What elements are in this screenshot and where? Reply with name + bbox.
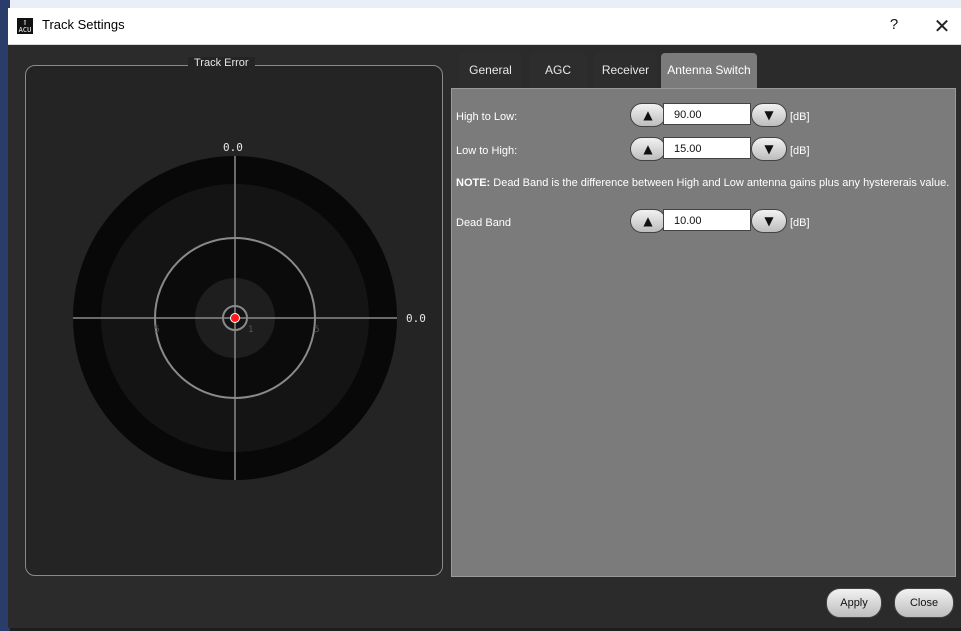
- ring-label-center: 1: [248, 325, 254, 335]
- window-title: Track Settings: [42, 17, 125, 32]
- note-prefix: NOTE:: [456, 177, 491, 189]
- note-text: Dead Band is the difference between High…: [490, 177, 950, 189]
- track-error-panel: Track Error 5 1 5 0.0 0.0: [25, 57, 443, 576]
- app-icon: ▯ ACU: [17, 18, 33, 34]
- dead-band-label: Dead Band: [456, 217, 512, 229]
- title-bar: ▯ ACU Track Settings ? ✕: [8, 8, 961, 45]
- low-to-high-spinner: ▲ 15.00 ▼: [630, 137, 787, 161]
- tab-receiver[interactable]: Receiver: [594, 53, 657, 88]
- low-to-high-label: Low to High:: [456, 145, 518, 157]
- dead-band-spinner: ▲ 10.00 ▼: [630, 209, 787, 233]
- tab-general[interactable]: General: [459, 53, 522, 88]
- close-button[interactable]: Close: [894, 588, 954, 618]
- close-icon[interactable]: ✕: [930, 14, 954, 38]
- track-settings-window: ▯ ACU Track Settings ? ✕ Track Error 5 1 …: [8, 8, 961, 628]
- help-button[interactable]: ?: [884, 16, 904, 36]
- dead-band-field[interactable]: 10.00: [663, 209, 751, 231]
- dead-band-decrease-button[interactable]: ▼: [751, 209, 787, 233]
- high-to-low-label: High to Low:: [456, 111, 518, 123]
- axis-right-value: 0.0: [406, 312, 426, 325]
- antenna-switch-panel: High to Low: ▲ 90.00 ▼ [dB] Low to High:…: [451, 88, 956, 577]
- axis-top-value: 0.0: [223, 141, 243, 154]
- low-to-high-unit: [dB]: [790, 145, 810, 157]
- tab-antenna-switch[interactable]: Antenna Switch: [661, 53, 757, 88]
- tab-agc[interactable]: AGC: [529, 53, 587, 88]
- high-to-low-unit: [dB]: [790, 111, 810, 123]
- ring-label-left: 5: [154, 325, 160, 335]
- high-to-low-decrease-button[interactable]: ▼: [751, 103, 787, 127]
- low-to-high-decrease-button[interactable]: ▼: [751, 137, 787, 161]
- high-to-low-field[interactable]: 90.00: [663, 103, 751, 125]
- dead-band-note: NOTE: Dead Band is the difference betwee…: [456, 177, 951, 189]
- low-to-high-increase-button[interactable]: ▲: [630, 137, 666, 161]
- dead-band-increase-button[interactable]: ▲: [630, 209, 666, 233]
- dead-band-unit: [dB]: [790, 217, 810, 229]
- low-to-high-field[interactable]: 15.00: [663, 137, 751, 159]
- apply-button[interactable]: Apply: [826, 588, 882, 618]
- high-to-low-spinner: ▲ 90.00 ▼: [630, 103, 787, 127]
- high-to-low-increase-button[interactable]: ▲: [630, 103, 666, 127]
- ring-label-right: 5: [314, 325, 320, 335]
